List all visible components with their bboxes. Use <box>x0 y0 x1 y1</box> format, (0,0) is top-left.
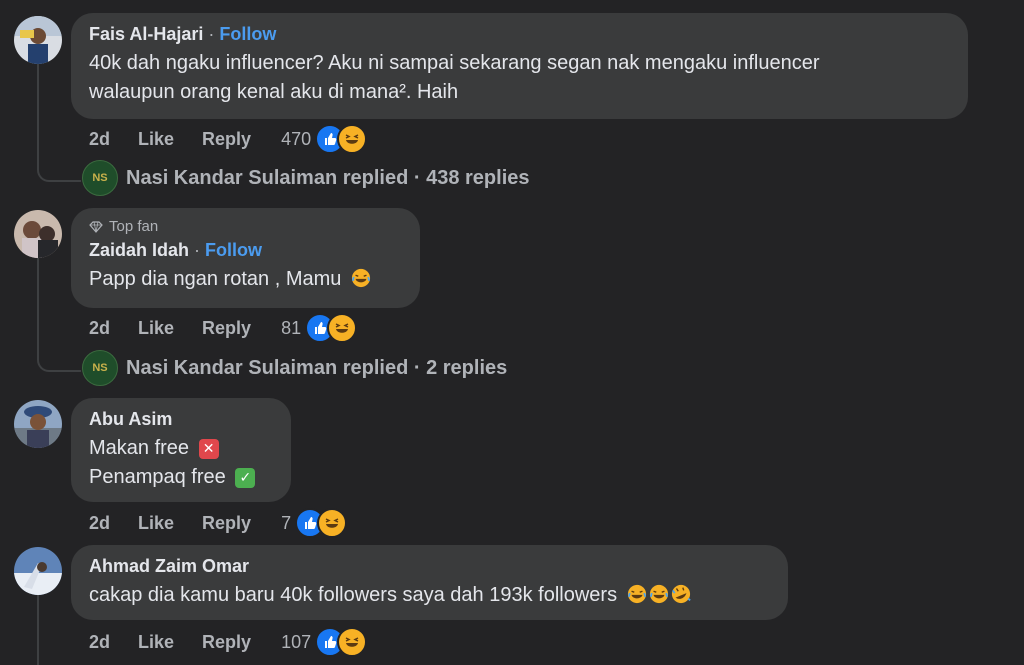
reply-button[interactable]: Reply <box>202 632 251 653</box>
follow-button[interactable]: Follow <box>205 240 262 260</box>
comment-actions: 2d Like Reply 81 <box>89 313 358 343</box>
comment-text: cakap dia kamu baru 40k followers saya d… <box>89 584 618 606</box>
reply-button[interactable]: Reply <box>202 129 251 150</box>
rolling-laugh-emoji-icon <box>671 584 691 604</box>
comment-text: Penampaq free <box>89 466 226 488</box>
author-name[interactable]: Fais Al-Hajari <box>89 24 203 44</box>
like-button[interactable]: Like <box>138 513 174 534</box>
comment-text: 40k dah ngaku influencer? Aku ni sampai … <box>89 52 820 74</box>
timestamp[interactable]: 2d <box>89 513 110 534</box>
replies-link[interactable]: NS Nasi Kandar Sulaiman replied · 2 repl… <box>82 350 507 386</box>
page-avatar: NS <box>82 160 118 196</box>
comment-bubble: Fais Al-Hajari · Follow 40k dah ngaku in… <box>71 13 968 119</box>
avatar[interactable] <box>14 547 62 595</box>
replies-label: Nasi Kandar Sulaiman replied · 438 repli… <box>126 166 530 189</box>
comment-text: Makan free <box>89 437 190 459</box>
follow-button[interactable]: Follow <box>219 24 276 44</box>
haha-reaction-icon <box>337 124 368 154</box>
comment-bubble: Ahmad Zaim Omar cakap dia kamu baru 40k … <box>71 545 788 620</box>
comment-actions: 2d Like Reply 7 <box>89 508 348 538</box>
cross-mark-icon: ✕ <box>198 438 219 459</box>
author-name[interactable]: Zaidah Idah <box>89 240 189 260</box>
haha-reaction-icon <box>327 313 358 343</box>
thread-line <box>37 64 39 164</box>
diamond-icon <box>89 220 103 233</box>
thread-curve <box>37 340 81 372</box>
replies-label: Nasi Kandar Sulaiman replied · 2 replies <box>126 356 508 379</box>
author-name[interactable]: Abu Asim <box>89 408 273 430</box>
timestamp[interactable]: 2d <box>89 318 110 339</box>
avatar[interactable] <box>14 400 62 448</box>
thread-line <box>37 595 39 665</box>
reaction-count[interactable]: 7 <box>281 513 291 534</box>
timestamp[interactable]: 2d <box>89 632 110 653</box>
haha-reaction-icon <box>337 627 368 657</box>
page-avatar: NS <box>82 350 118 386</box>
reaction-count[interactable]: 81 <box>281 318 301 339</box>
laughing-emoji-icon <box>649 584 668 604</box>
thread-line <box>37 258 39 353</box>
top-fan-badge: Top fan <box>89 218 402 235</box>
comment-actions: 2d Like Reply 470 <box>89 124 368 154</box>
reaction-count[interactable]: 107 <box>281 632 311 653</box>
comment-text: walaupun orang kenal aku di mana². Haih <box>89 81 459 103</box>
avatar[interactable] <box>14 16 62 64</box>
check-mark-icon: ✓ <box>235 467 256 488</box>
comment-bubble: Abu Asim Makan free ✕ Penampaq free ✓ <box>71 398 291 502</box>
thread-curve <box>37 150 81 182</box>
reaction-count[interactable]: 470 <box>281 129 311 150</box>
replies-link[interactable]: NS Nasi Kandar Sulaiman replied · 438 re… <box>82 160 530 196</box>
comment-bubble: Top fan Zaidah Idah · Follow Papp dia ng… <box>71 208 420 308</box>
reply-button[interactable]: Reply <box>202 318 251 339</box>
like-button[interactable]: Like <box>138 129 174 150</box>
like-button[interactable]: Like <box>138 632 174 653</box>
comment-text: Papp dia ngan rotan , Mamu <box>89 268 342 290</box>
haha-reaction-icon <box>317 508 348 538</box>
reply-button[interactable]: Reply <box>202 513 251 534</box>
avatar[interactable] <box>14 210 62 258</box>
like-button[interactable]: Like <box>138 318 174 339</box>
comment-actions: 2d Like Reply 107 <box>89 627 368 657</box>
timestamp[interactable]: 2d <box>89 129 110 150</box>
laughing-emoji-icon <box>627 584 646 604</box>
laughing-emoji-icon <box>351 268 371 288</box>
author-name[interactable]: Ahmad Zaim Omar <box>89 555 770 577</box>
